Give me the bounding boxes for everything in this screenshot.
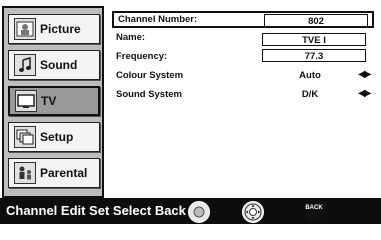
sidebar: Picture Sound TV Setup Parental bbox=[2, 6, 104, 198]
channel-number-field[interactable]: 802 bbox=[264, 14, 368, 27]
name-label: Name: bbox=[116, 32, 146, 43]
help-text: Channel Edit Set Select Back bbox=[6, 203, 186, 218]
name-field[interactable]: TVE I bbox=[262, 33, 366, 46]
navigation-pad-icon bbox=[242, 201, 264, 223]
channel-number-row[interactable]: Channel Number: 802 bbox=[112, 11, 374, 28]
left-right-arrows-icon[interactable]: ◀▶ bbox=[358, 69, 371, 80]
sidebar-item-label: Sound bbox=[40, 58, 78, 72]
back-button-icon: BACK bbox=[304, 201, 324, 221]
sound-system-label: Sound System bbox=[116, 89, 182, 100]
sound-system-row[interactable]: Sound System D/K ◀▶ bbox=[112, 87, 374, 102]
colour-system-label: Colour System bbox=[116, 70, 184, 81]
sidebar-item-label: TV bbox=[41, 94, 57, 108]
name-row[interactable]: Name: TVE I bbox=[112, 30, 374, 46]
sidebar-item-picture[interactable]: Picture bbox=[8, 14, 100, 44]
frequency-field[interactable]: 77.3 bbox=[262, 49, 366, 62]
setup-icon bbox=[14, 126, 36, 148]
channel-edit-panel: Channel Number: 802 Name: TVE I Frequenc… bbox=[106, 6, 378, 198]
left-right-arrows-icon[interactable]: ◀▶ bbox=[358, 88, 371, 99]
colour-system-row[interactable]: Colour System Auto ◀▶ bbox=[112, 68, 374, 83]
picture-icon bbox=[14, 18, 36, 40]
ok-button-icon bbox=[188, 201, 210, 223]
sidebar-item-label: Parental bbox=[40, 166, 88, 180]
sidebar-item-label: Setup bbox=[40, 130, 74, 144]
colour-system-value: Auto bbox=[299, 70, 321, 81]
channel-number-label: Channel Number: bbox=[118, 14, 198, 25]
sidebar-item-label: Picture bbox=[40, 22, 81, 36]
music-note-icon bbox=[14, 54, 36, 76]
frequency-label: Frequency: bbox=[116, 51, 168, 62]
back-button-label: BACK bbox=[305, 204, 323, 211]
sidebar-item-parental[interactable]: Parental bbox=[8, 158, 100, 188]
sidebar-item-sound[interactable]: Sound bbox=[8, 50, 100, 80]
tv-menu-screen: Picture Sound TV Setup Parental Channel … bbox=[0, 0, 381, 224]
tv-icon bbox=[15, 90, 37, 112]
sidebar-item-tv[interactable]: TV bbox=[8, 86, 100, 116]
sidebar-item-setup[interactable]: Setup bbox=[8, 122, 100, 152]
parental-icon bbox=[14, 162, 36, 184]
help-bar: Channel Edit Set Select Back BACK bbox=[0, 198, 381, 224]
sound-system-value: D/K bbox=[301, 89, 319, 100]
frequency-row[interactable]: Frequency: 77.3 bbox=[112, 49, 374, 64]
